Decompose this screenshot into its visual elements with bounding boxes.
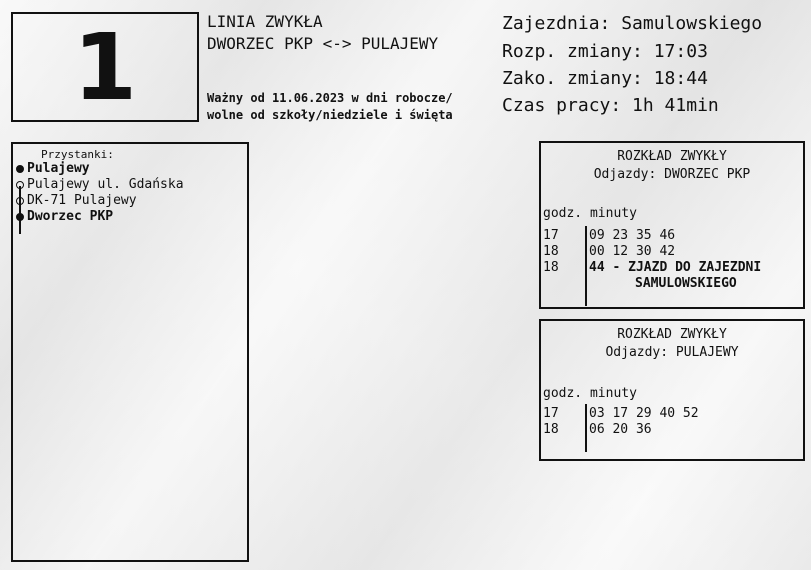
timetable-row: 17 03 17 29 40 52 bbox=[541, 406, 803, 422]
stop-marker-icon bbox=[16, 197, 24, 205]
work-time-info: Czas pracy: 1h 41min bbox=[502, 95, 719, 116]
depot-info: Zajezdnia: Samulowskiego bbox=[502, 13, 763, 34]
timetable-row: SAMULOWSKIEGO bbox=[541, 276, 803, 292]
line-number: 1 bbox=[72, 14, 137, 121]
validity-text-line1: Ważny od 11.06.2023 w dni robocze/ bbox=[207, 91, 453, 105]
hour-cell: 18 bbox=[543, 422, 559, 437]
timetable-row: 18 00 12 30 42 bbox=[541, 244, 803, 260]
minutes-cell: 06 20 36 bbox=[589, 422, 652, 437]
timetable-dworzec-pkp: ROZKŁAD ZWYKŁY Odjazdy: DWORZEC PKP godz… bbox=[539, 141, 805, 309]
stop-item: Pulajewy bbox=[13, 161, 249, 177]
hour-cell: 18 bbox=[543, 260, 559, 275]
timetable-title: ROZKŁAD ZWYKŁY bbox=[617, 149, 727, 164]
stops-panel: Przystanki: Pulajewy Pulajewy ul. Gdańsk… bbox=[11, 142, 249, 562]
minutes-cell: 44 - ZJAZD DO ZAJEZDNI bbox=[589, 260, 762, 275]
timetable-header: godz. minuty bbox=[543, 206, 637, 221]
stop-marker-icon bbox=[16, 181, 24, 189]
stop-label: Dworzec PKP bbox=[27, 209, 114, 224]
timetable-subtitle: Odjazdy: DWORZEC PKP bbox=[593, 167, 751, 182]
stop-label: DK-71 Pulajewy bbox=[27, 193, 137, 208]
timetable-header: godz. minuty bbox=[543, 386, 637, 401]
timetable-row: 18 06 20 36 bbox=[541, 422, 803, 438]
stops-title: Przystanki: bbox=[41, 148, 114, 161]
stop-item: DK-71 Pulajewy bbox=[13, 193, 249, 209]
timetable-rows: 17 03 17 29 40 52 18 06 20 36 bbox=[541, 406, 803, 438]
timetable-row: 17 09 23 35 46 bbox=[541, 228, 803, 244]
minutes-cell: 00 12 30 42 bbox=[589, 244, 676, 259]
stop-label: Pulajewy bbox=[27, 161, 90, 176]
shift-end-info: Zako. zmiany: 18:44 bbox=[502, 68, 708, 89]
stops-list: Pulajewy Pulajewy ul. Gdańska DK-71 Pula… bbox=[13, 161, 249, 234]
validity-text-line2: wolne od szkoły/niedziele i święta bbox=[207, 108, 453, 122]
minutes-cell: 03 17 29 40 52 bbox=[589, 406, 699, 421]
stop-marker-icon bbox=[16, 165, 24, 173]
timetable-title: ROZKŁAD ZWYKŁY bbox=[617, 327, 727, 342]
timetable-subtitle: Odjazdy: PULAJEWY bbox=[605, 345, 739, 360]
minutes-cell: SAMULOWSKIEGO bbox=[635, 276, 737, 291]
minutes-cell: 09 23 35 46 bbox=[589, 228, 676, 243]
stop-marker-icon bbox=[16, 213, 24, 221]
shift-start-info: Rozp. zmiany: 17:03 bbox=[502, 41, 708, 62]
timetable-rows: 17 09 23 35 46 18 00 12 30 42 18 44 - ZJ… bbox=[541, 228, 803, 292]
hour-cell: 17 bbox=[543, 406, 559, 421]
line-kind: LINIA ZWYKŁA bbox=[207, 12, 323, 31]
timetable-row: 18 44 - ZJAZD DO ZAJEZDNI bbox=[541, 260, 803, 276]
timetable-pulajewy: ROZKŁAD ZWYKŁY Odjazdy: PULAJEWY godz. m… bbox=[539, 319, 805, 461]
line-number-box: 1 bbox=[11, 12, 199, 122]
hour-cell: 18 bbox=[543, 244, 559, 259]
hour-cell: 17 bbox=[543, 228, 559, 243]
stop-item: Pulajewy ul. Gdańska bbox=[13, 177, 249, 193]
line-route: DWORZEC PKP <-> PULAJEWY bbox=[207, 34, 439, 53]
stop-label: Pulajewy ul. Gdańska bbox=[27, 177, 184, 192]
stop-item: Dworzec PKP bbox=[13, 209, 249, 225]
